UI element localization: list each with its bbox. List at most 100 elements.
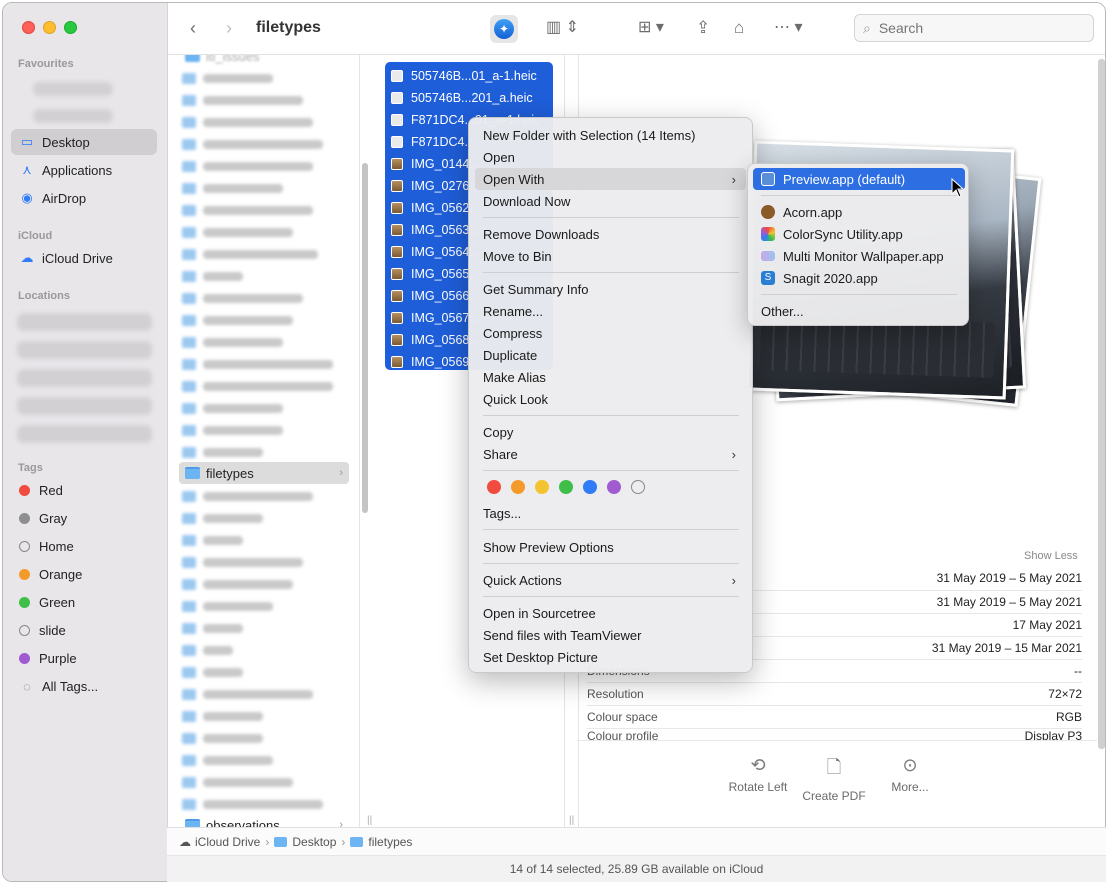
cloud-icon: ☁ [20, 250, 34, 265]
image-file-icon [391, 224, 403, 236]
column1-scrollbar[interactable] [362, 163, 368, 513]
menu-share[interactable]: Share › [475, 443, 746, 465]
tag-label: All Tags... [42, 678, 99, 694]
search-input[interactable] [876, 19, 1067, 37]
tag-label: slide [39, 622, 66, 638]
path-segment[interactable]: filetypes [368, 835, 412, 849]
info-label: Resolution [587, 687, 644, 701]
tag-color-picker [487, 480, 645, 494]
info-value: 31 May 2019 – 5 May 2021 [936, 595, 1082, 609]
menu-tags[interactable]: Tags... [475, 502, 746, 524]
sidebar-tag-orange[interactable]: Orange [11, 561, 157, 587]
menu-quick-look[interactable]: Quick Look [475, 388, 746, 410]
cloud-icon: ☁ [179, 834, 191, 849]
menu-set-desktop-picture[interactable]: Set Desktop Picture [475, 646, 746, 668]
multi-monitor-app-icon [761, 251, 775, 261]
tag-color-blue[interactable] [583, 480, 597, 494]
acorn-app-icon [761, 205, 775, 219]
menu-open-in-sourcetree[interactable]: Open in Sourcetree [475, 602, 746, 624]
menu-open[interactable]: Open [475, 146, 746, 168]
more-button[interactable]: ⊙ More... [888, 755, 932, 794]
menu-duplicate[interactable]: Duplicate [475, 344, 746, 366]
action-menu-icon[interactable]: ⋯ ▾ [774, 17, 802, 39]
menu-rename[interactable]: Rename... [475, 300, 746, 322]
action-label: Create PDF [802, 789, 866, 803]
submenu-colorsync-app[interactable]: ColorSync Utility.app [753, 223, 965, 245]
menu-quick-actions[interactable]: Quick Actions › [475, 569, 746, 591]
sidebar-tag-purple[interactable]: Purple [11, 645, 157, 671]
view-columns-icon[interactable]: ▥ ⇕ [546, 17, 579, 39]
folder-icon [350, 836, 364, 847]
sidebar-item-icloud-drive[interactable]: ☁ iCloud Drive [11, 245, 157, 271]
sidebar-tag-red[interactable]: Red [11, 477, 157, 503]
fullscreen-window-button[interactable] [64, 21, 77, 34]
menu-get-summary-info[interactable]: Get Summary Info [475, 278, 746, 300]
rotate-left-button[interactable]: ⟲ Rotate Left [728, 755, 788, 794]
sidebar-item-blurred[interactable] [33, 82, 113, 96]
sidebar-location-blurred[interactable] [17, 313, 152, 331]
menu-compress[interactable]: Compress [475, 322, 746, 344]
submenu-other[interactable]: Other... [753, 300, 965, 322]
chevron-right-icon: › [731, 572, 736, 588]
sidebar-item-desktop[interactable]: ▭ Desktop [11, 129, 157, 155]
file-row[interactable]: 505746B...201_a.heic [391, 87, 551, 109]
preview-scrollbar[interactable] [1098, 59, 1105, 749]
menu-open-with[interactable]: Open With › [475, 168, 746, 190]
image-file-icon [391, 356, 403, 368]
tag-color-purple[interactable] [607, 480, 621, 494]
tag-color-green[interactable] [559, 480, 573, 494]
folder-row-selected[interactable]: filetypes › [179, 462, 349, 484]
sidebar-item-blurred[interactable] [33, 109, 113, 123]
tag-color-none[interactable] [631, 480, 645, 494]
tag-color-orange[interactable] [511, 480, 525, 494]
back-icon[interactable]: ‹ [190, 17, 196, 39]
sidebar-location-blurred[interactable] [17, 425, 152, 443]
sidebar-tag-green[interactable]: Green [11, 589, 157, 615]
menu-show-preview-options[interactable]: Show Preview Options [475, 536, 746, 558]
menu-send-files-teamviewer[interactable]: Send files with TeamViewer [475, 624, 746, 646]
sidebar-location-blurred[interactable] [17, 341, 152, 359]
menu-remove-downloads[interactable]: Remove Downloads [475, 223, 746, 245]
forward-icon[interactable]: › [226, 17, 232, 39]
menu-download-now[interactable]: Download Now [475, 190, 746, 212]
column-resize-handle[interactable]: || [367, 815, 372, 826]
mouse-pointer-icon [951, 178, 965, 198]
tag-color-yellow[interactable] [535, 480, 549, 494]
folder-row[interactable]: iti_issues [179, 55, 349, 67]
share-icon[interactable]: ⇪ [696, 17, 710, 39]
search-field[interactable]: ⌕ [854, 14, 1094, 42]
folder-label: filetypes [206, 465, 254, 481]
sidebar-tag-gray[interactable]: Gray [11, 505, 157, 531]
sidebar-tag-home[interactable]: Home [11, 533, 157, 559]
create-pdf-button[interactable]: 🗋 Create PDF [802, 755, 866, 803]
sidebar-all-tags[interactable]: ◌ All Tags... [11, 673, 157, 699]
close-window-button[interactable] [22, 21, 35, 34]
tag-color-red[interactable] [487, 480, 501, 494]
sidebar-tag-slide[interactable]: slide [11, 617, 157, 643]
snagit-app-icon: S [761, 271, 775, 285]
submenu-snagit-app[interactable]: S Snagit 2020.app [753, 267, 965, 289]
file-row[interactable]: 505746B...01_a-1.heic [391, 65, 551, 87]
column-resize-handle[interactable]: || [569, 815, 574, 826]
menu-move-to-bin[interactable]: Move to Bin [475, 245, 746, 267]
group-by-icon[interactable]: ⊞ ▾ [638, 17, 664, 39]
submenu-acorn-app[interactable]: Acorn.app [753, 201, 965, 223]
folder-row[interactable]: observations › [179, 814, 349, 828]
compass-button[interactable]: ✦ [490, 15, 518, 43]
minimize-window-button[interactable] [43, 21, 56, 34]
menu-make-alias[interactable]: Make Alias [475, 366, 746, 388]
path-segment[interactable]: Desktop [292, 835, 336, 849]
menu-new-folder-with-selection[interactable]: New Folder with Selection (14 Items) [475, 124, 746, 146]
image-file-icon [391, 180, 403, 192]
tag-icon[interactable]: ⌂ [734, 17, 744, 39]
heic-file-icon [391, 92, 403, 104]
show-less-link[interactable]: Show Less [1024, 550, 1078, 562]
path-segment[interactable]: iCloud Drive [195, 835, 260, 849]
sidebar-item-airdrop[interactable]: ◉ AirDrop [11, 185, 157, 211]
sidebar-location-blurred[interactable] [17, 369, 152, 387]
submenu-preview-app[interactable]: Preview.app (default) [753, 168, 965, 190]
menu-copy[interactable]: Copy [475, 421, 746, 443]
submenu-multi-monitor-app[interactable]: Multi Monitor Wallpaper.app [753, 245, 965, 267]
sidebar-location-blurred[interactable] [17, 397, 152, 415]
sidebar-item-applications[interactable]: ⋏ Applications [11, 157, 157, 183]
